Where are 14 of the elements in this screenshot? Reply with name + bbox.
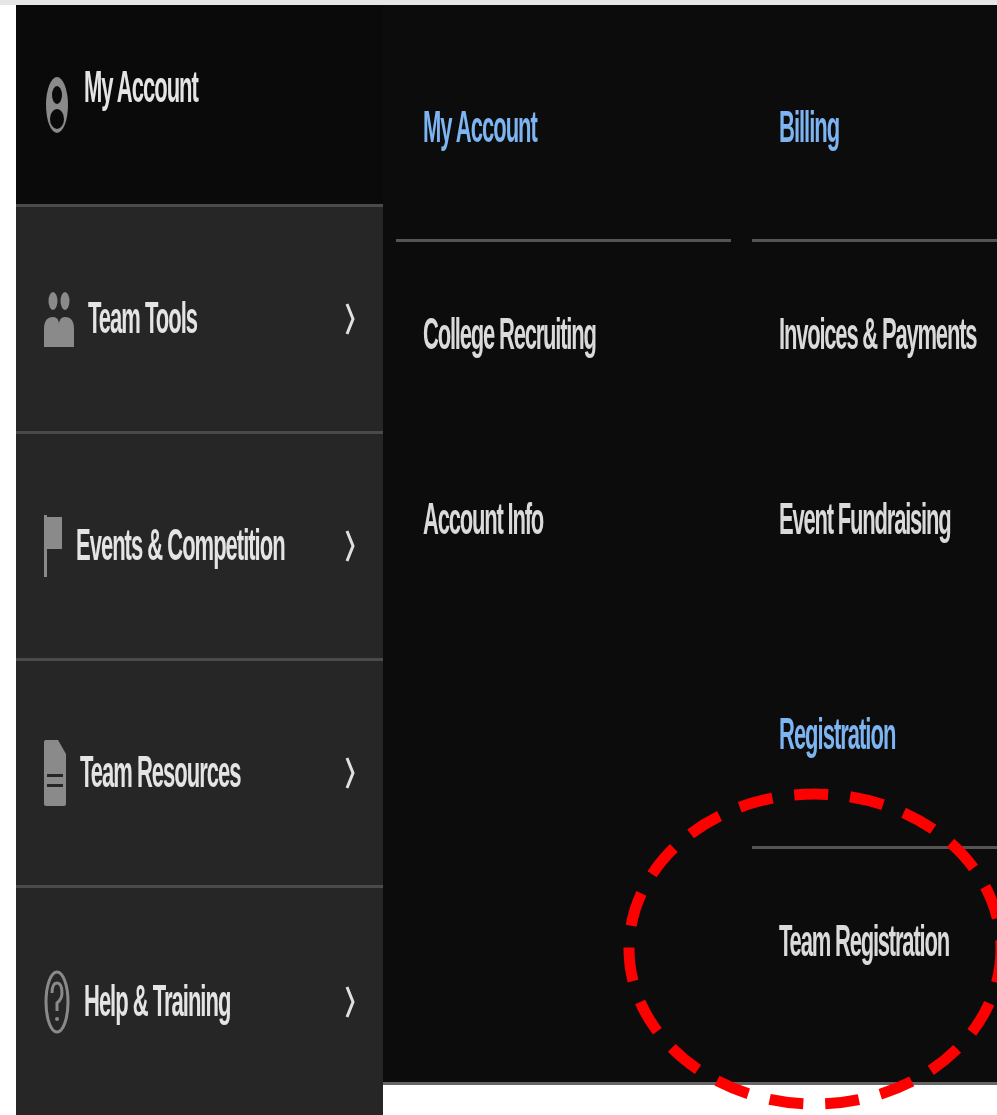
menu-link[interactable]: Account Info xyxy=(423,493,544,546)
flag-icon xyxy=(44,515,62,578)
section-heading: Billing xyxy=(779,102,840,154)
menu-link[interactable]: Team Registration xyxy=(779,915,949,968)
document-icon xyxy=(44,740,66,807)
menu-link[interactable]: Invoices & Payments xyxy=(779,308,977,361)
people-icon xyxy=(44,291,74,348)
section-heading: Registration xyxy=(779,709,896,761)
user-icon xyxy=(44,75,70,135)
sidebar-item[interactable]: My Account xyxy=(16,5,383,208)
menu-link[interactable]: Event Fundraising xyxy=(779,493,951,546)
section-heading: My Account xyxy=(423,102,537,154)
help-icon xyxy=(44,968,70,1035)
menu-link[interactable]: College Recruiting xyxy=(423,308,596,361)
